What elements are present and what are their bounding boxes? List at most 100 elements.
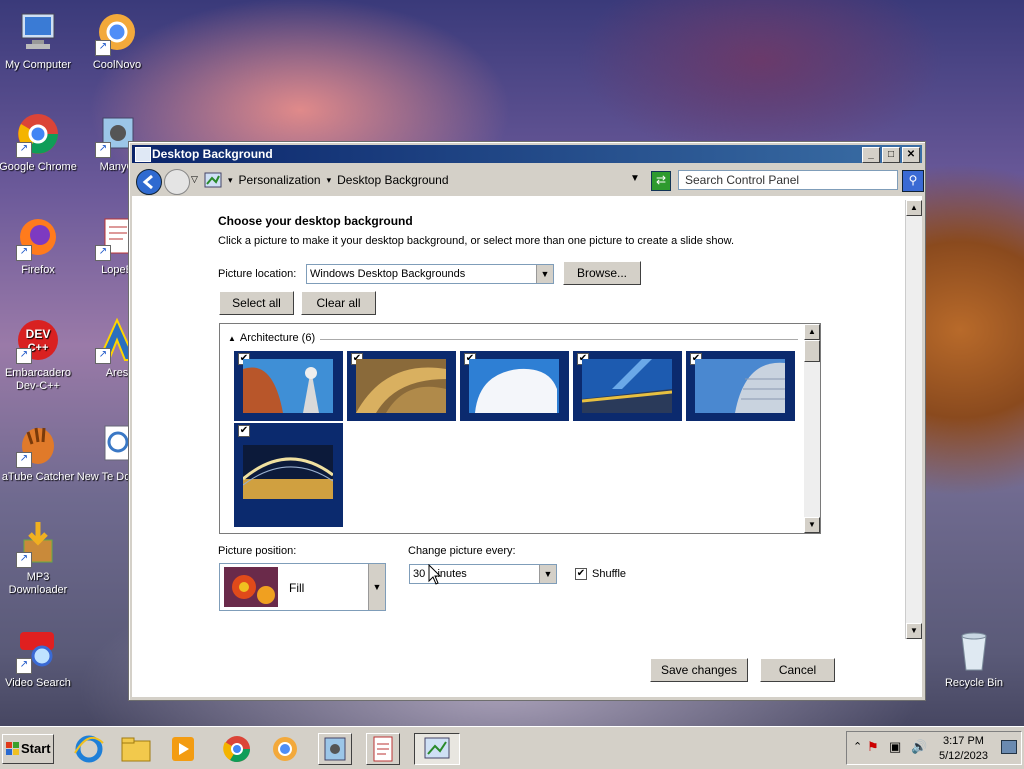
shortcut-arrow-icon: ↗ bbox=[95, 40, 111, 56]
breadcrumb-desktop-background[interactable]: Desktop Background bbox=[337, 173, 448, 187]
desktop-icon-label: aTube Catcher bbox=[1, 471, 75, 483]
desktop-icon-atube-catcher[interactable]: ↗ aTube Catcher bbox=[0, 420, 80, 484]
search-input[interactable]: Search Control Panel bbox=[678, 170, 898, 190]
start-button[interactable]: Start bbox=[2, 734, 54, 764]
coolnovo-icon: ↗ bbox=[93, 8, 141, 56]
architecture-image bbox=[695, 359, 785, 413]
thumbnail-checkbox[interactable]: ✔ bbox=[238, 425, 250, 437]
checkbox-checked-icon[interactable]: ✔ bbox=[575, 568, 587, 580]
chrome-icon: ↗ bbox=[14, 110, 62, 158]
collapse-icon[interactable]: ▲ bbox=[228, 334, 236, 343]
desktop-icon-label: Embarcadero Dev-C++ bbox=[4, 367, 72, 392]
chevron-right-icon[interactable]: ▾ bbox=[228, 175, 233, 186]
title-bar[interactable]: Desktop Background _ □ ✕ bbox=[132, 145, 922, 163]
picture-position-select[interactable]: Fill ▼ bbox=[219, 563, 386, 611]
picture-location-label: Picture location: bbox=[218, 268, 297, 280]
shuffle-checkbox[interactable]: ✔ Shuffle bbox=[575, 568, 626, 580]
scroll-up-icon[interactable]: ▲ bbox=[906, 200, 922, 216]
group-header[interactable]: ▲ Architecture (6) bbox=[228, 332, 315, 344]
scroll-up-icon[interactable]: ▲ bbox=[804, 324, 820, 340]
recycle-bin-icon bbox=[950, 626, 998, 674]
clock-date[interactable]: 5/12/2023 bbox=[939, 750, 988, 762]
gallery-scrollbar[interactable]: ▲ ▼ bbox=[804, 324, 820, 533]
history-dropdown-icon[interactable]: ▽ bbox=[191, 174, 198, 185]
wallpaper-thumbnail[interactable]: ✔ bbox=[460, 351, 569, 421]
page-description: Click a picture to make it your desktop … bbox=[218, 235, 735, 247]
media-player-icon[interactable] bbox=[166, 733, 200, 765]
desktop-icon-label: CoolNovo bbox=[92, 59, 142, 71]
desktop-icon-label: MP3 Downloader bbox=[8, 571, 68, 596]
refresh-button[interactable]: ⇄ bbox=[651, 171, 671, 191]
scrollbar-thumb[interactable] bbox=[804, 340, 820, 362]
volume-icon[interactable]: 🔊 bbox=[911, 739, 927, 755]
file-explorer-icon[interactable] bbox=[119, 733, 153, 765]
control-panel-icon[interactable] bbox=[414, 733, 460, 765]
save-changes-button[interactable]: Save changes bbox=[650, 658, 748, 682]
scroll-down-icon[interactable]: ▼ bbox=[804, 517, 820, 533]
picture-location-select[interactable]: Windows Desktop Backgrounds ▼ bbox=[306, 264, 554, 284]
picture-gallery: ▲ Architecture (6) ✔ ✔ ✔ ✔ ✔ ✔ ▲ ▼ bbox=[219, 323, 821, 534]
wallpaper-thumbnail[interactable]: ✔ bbox=[234, 423, 343, 527]
breadcrumb-personalization[interactable]: Personalization bbox=[239, 173, 321, 187]
desktop-icon-recycle-bin[interactable]: Recycle Bin bbox=[932, 626, 1016, 690]
desktop-icon-label: Recycle Bin bbox=[944, 677, 1004, 689]
action-center-flag-icon[interactable]: ⚑ bbox=[867, 739, 879, 755]
youtube-search-icon: ↗ bbox=[14, 626, 62, 674]
close-button[interactable]: ✕ bbox=[902, 147, 920, 163]
internet-explorer-icon[interactable] bbox=[72, 733, 106, 765]
start-label: Start bbox=[21, 741, 51, 756]
group-label: Architecture (6) bbox=[239, 332, 316, 344]
minimize-button[interactable]: _ bbox=[862, 147, 880, 163]
picture-position-value: Fill bbox=[289, 581, 305, 595]
devcpp-icon: DEV C++ ↗ bbox=[14, 316, 62, 364]
desktop-icon-mp3-downloader[interactable]: ↗ MP3 Downloader bbox=[0, 520, 80, 597]
svg-text:DEV: DEV bbox=[26, 327, 51, 341]
desktop-icon-label: My Computer bbox=[4, 59, 72, 71]
architecture-image bbox=[582, 359, 672, 413]
architecture-image bbox=[243, 359, 333, 413]
wallpaper-thumbnail[interactable]: ✔ bbox=[686, 351, 795, 421]
desktop-icon-label: Firefox bbox=[21, 264, 55, 276]
shortcut-arrow-icon: ↗ bbox=[16, 142, 32, 158]
shortcut-arrow-icon: ↗ bbox=[16, 552, 32, 568]
show-desktop-icon[interactable] bbox=[1001, 740, 1017, 754]
back-arrow-icon bbox=[142, 174, 153, 190]
cancel-button[interactable]: Cancel bbox=[760, 658, 835, 682]
shortcut-arrow-icon: ↗ bbox=[16, 348, 32, 364]
chevron-down-icon[interactable]: ▼ bbox=[368, 564, 385, 610]
manycam-icon[interactable] bbox=[318, 733, 352, 765]
address-dropdown-icon[interactable]: ▼ bbox=[630, 173, 640, 184]
desktop-icon-video-search[interactable]: ↗ Video Search bbox=[0, 626, 80, 690]
browse-button[interactable]: Browse... bbox=[563, 261, 641, 285]
chrome-icon[interactable] bbox=[220, 733, 254, 765]
desktop-icon-devcpp[interactable]: DEV C++ ↗ Embarcadero Dev-C++ bbox=[0, 316, 80, 393]
desktop-icon-google-chrome[interactable]: ↗ Google Chrome bbox=[0, 110, 80, 174]
chevron-right-icon[interactable]: ▾ bbox=[327, 175, 332, 186]
desktop-icon-firefox[interactable]: ↗ Firefox bbox=[0, 213, 80, 277]
select-all-button[interactable]: Select all bbox=[219, 291, 294, 315]
network-icon[interactable]: ▣ bbox=[889, 739, 901, 755]
lopeedit-icon[interactable] bbox=[366, 733, 400, 765]
chevron-up-icon[interactable]: ⌃ bbox=[853, 740, 862, 753]
coolnovo-icon[interactable] bbox=[268, 733, 302, 765]
shuffle-label: Shuffle bbox=[592, 568, 627, 580]
desktop-icon-my-computer[interactable]: My Computer bbox=[0, 8, 80, 72]
clear-all-button[interactable]: Clear all bbox=[301, 291, 376, 315]
back-button[interactable] bbox=[136, 169, 162, 195]
mouse-cursor-icon bbox=[428, 564, 442, 585]
forward-button[interactable] bbox=[164, 169, 190, 195]
shortcut-arrow-icon: ↗ bbox=[95, 142, 111, 158]
wallpaper-thumbnail[interactable]: ✔ bbox=[234, 351, 343, 421]
chevron-down-icon[interactable]: ▼ bbox=[536, 265, 553, 283]
mp3-downloader-icon: ↗ bbox=[14, 520, 62, 568]
scroll-down-icon[interactable]: ▼ bbox=[906, 623, 922, 639]
desktop-icon-coolnovo[interactable]: ↗ CoolNovo bbox=[75, 8, 159, 72]
clock-time[interactable]: 3:17 PM bbox=[943, 735, 984, 747]
content-scrollbar[interactable]: ▲ ▼ bbox=[905, 200, 922, 639]
maximize-button[interactable]: □ bbox=[882, 147, 900, 163]
wallpaper-thumbnail[interactable]: ✔ bbox=[347, 351, 456, 421]
chevron-down-icon[interactable]: ▼ bbox=[539, 565, 556, 583]
wallpaper-thumbnail[interactable]: ✔ bbox=[573, 351, 682, 421]
firefox-icon: ↗ bbox=[14, 213, 62, 261]
search-icon[interactable]: ⚲ bbox=[902, 170, 924, 192]
